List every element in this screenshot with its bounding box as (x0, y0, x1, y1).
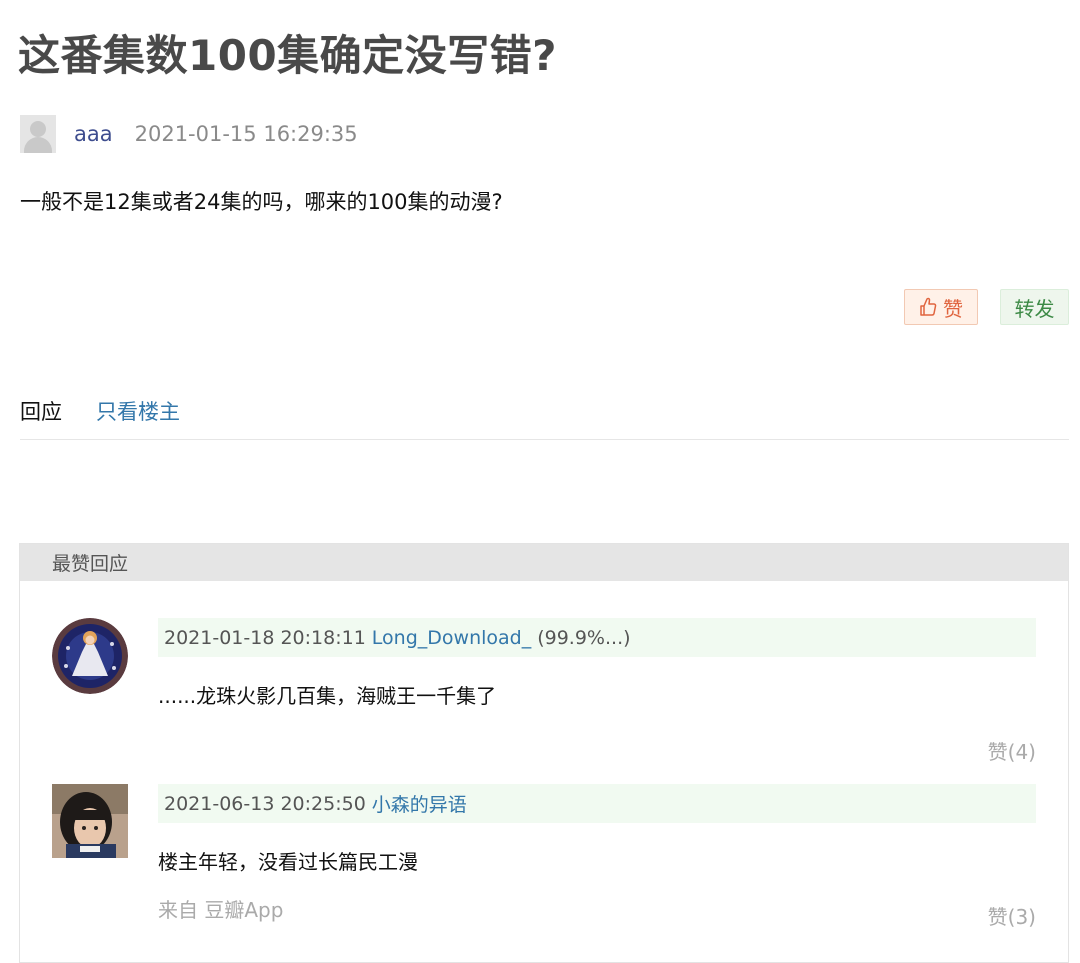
tab-op-only[interactable]: 只看楼主 (96, 396, 180, 426)
comment-author-note: (99.9%...) (537, 626, 631, 649)
post-meta: aaa 2021-01-15 16:29:35 (20, 114, 358, 154)
comment-text: ......龙珠火影几百集，海贼王一千集了 (158, 684, 497, 708)
post-timestamp: 2021-01-15 16:29:35 (134, 122, 358, 146)
comment-text: 楼主年轻，没看过长篇民工漫 (158, 850, 418, 874)
comment-like-count[interactable]: 赞(4) (988, 736, 1036, 765)
share-button-label: 转发 (1014, 296, 1055, 321)
reply-tabs: 回应 只看楼主 (20, 396, 1069, 440)
commenter-avatar[interactable] (52, 784, 128, 858)
comment-header: 2021-01-18 20:18:11 Long_Download_ (99.9… (158, 618, 1036, 657)
post-title: 这番集数100集确定没写错? (18, 31, 558, 80)
commenter-avatar[interactable] (52, 618, 128, 694)
like-button-label: 赞 (943, 296, 963, 321)
comment-header: 2021-06-13 20:25:50 小森的异语 (158, 784, 1036, 823)
author-avatar[interactable] (20, 115, 56, 153)
share-button[interactable]: 转发 (1000, 289, 1069, 325)
author-name[interactable]: aaa (74, 122, 113, 146)
comment-author[interactable]: Long_Download_ (372, 627, 531, 649)
tab-replies: 回应 (20, 400, 62, 424)
comment-author[interactable]: 小森的异语 (372, 790, 467, 817)
comment-timestamp: 2021-01-18 20:18:11 (164, 626, 366, 649)
like-button[interactable]: 赞 (904, 289, 978, 325)
thumbs-up-icon (920, 297, 937, 316)
comment-timestamp: 2021-06-13 20:25:50 (164, 792, 366, 815)
comment-source: 来自 豆瓣App (158, 898, 284, 922)
best-replies-header: 最赞回应 (20, 544, 1068, 581)
post-body: 一般不是12集或者24集的吗，哪来的100集的动漫? (20, 190, 503, 214)
comment-like-count[interactable]: 赞(3) (988, 901, 1036, 930)
